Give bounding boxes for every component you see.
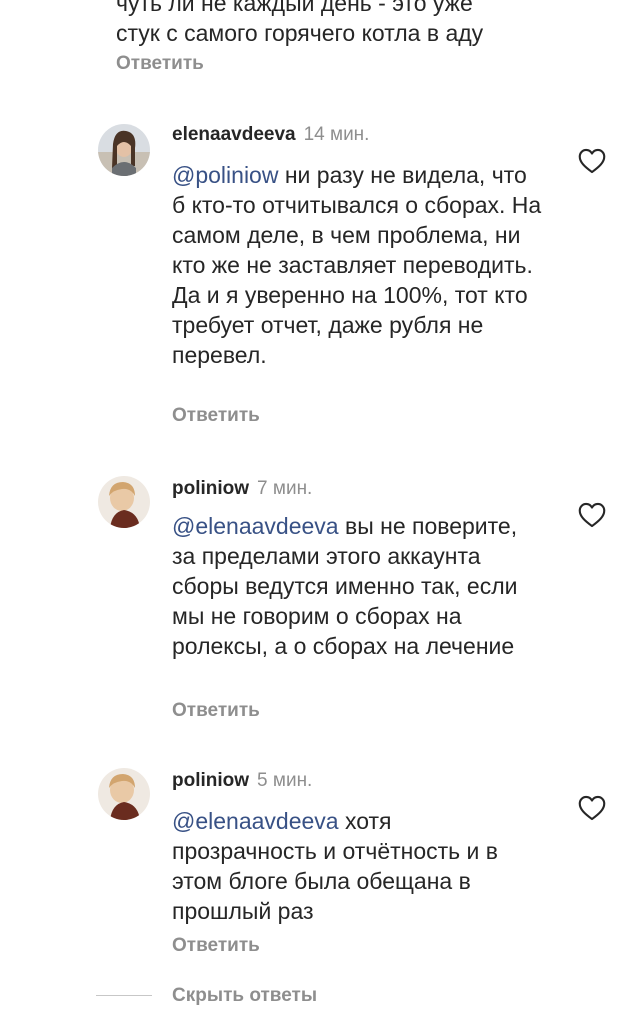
heart-icon [578, 502, 606, 528]
mention-link[interactable]: @elenaavdeeva [172, 808, 339, 834]
mention-link[interactable]: @poliniow [172, 162, 278, 188]
mention-link[interactable]: @elenaavdeeva [172, 513, 339, 539]
reply-button[interactable]: Ответить [172, 405, 260, 427]
username[interactable]: elenaavdeeva [172, 124, 296, 145]
username[interactable]: poliniow [172, 478, 249, 499]
avatar-image [98, 476, 150, 528]
reply-button[interactable]: Ответить [172, 700, 260, 722]
previous-comment-line: чуть ли не каждый день - это уже [116, 0, 473, 16]
heart-icon [578, 795, 606, 821]
hide-replies-button[interactable]: Скрыть ответы [172, 985, 317, 1007]
timestamp: 14 мин. [303, 124, 370, 145]
reply-button[interactable]: Ответить [172, 935, 260, 957]
comment-meta: poliniow 7 мин. [172, 478, 312, 500]
comment-body: ни разу не видела, что б кто-то отчитыва… [172, 162, 542, 368]
avatar-image [98, 124, 150, 176]
avatar[interactable] [98, 124, 150, 176]
previous-comment-text: чуть ли не каждый день - это уже стук с … [116, 0, 576, 48]
reply-button[interactable]: Ответить [116, 53, 204, 75]
comment-meta: poliniow 5 мин. [172, 770, 312, 792]
like-button[interactable] [578, 502, 606, 528]
like-button[interactable] [578, 795, 606, 821]
timestamp: 7 мин. [257, 478, 313, 499]
avatar-image [98, 768, 150, 820]
avatar[interactable] [98, 768, 150, 820]
previous-comment-line: стук с самого горячего котла в аду [116, 20, 484, 46]
comment-text: @elenaavdeeva хотя прозрачность и отчётн… [172, 806, 542, 926]
heart-icon [578, 148, 606, 174]
divider-line [96, 995, 152, 996]
comment-meta: elenaavdeeva 14 мин. [172, 124, 369, 146]
like-button[interactable] [578, 148, 606, 174]
comment-text: @poliniow ни разу не видела, что б кто-т… [172, 160, 542, 370]
comment-text: @elenaavdeeva вы не поверите, за предела… [172, 511, 542, 661]
timestamp: 5 мин. [257, 770, 313, 791]
avatar[interactable] [98, 476, 150, 528]
username[interactable]: poliniow [172, 770, 249, 791]
